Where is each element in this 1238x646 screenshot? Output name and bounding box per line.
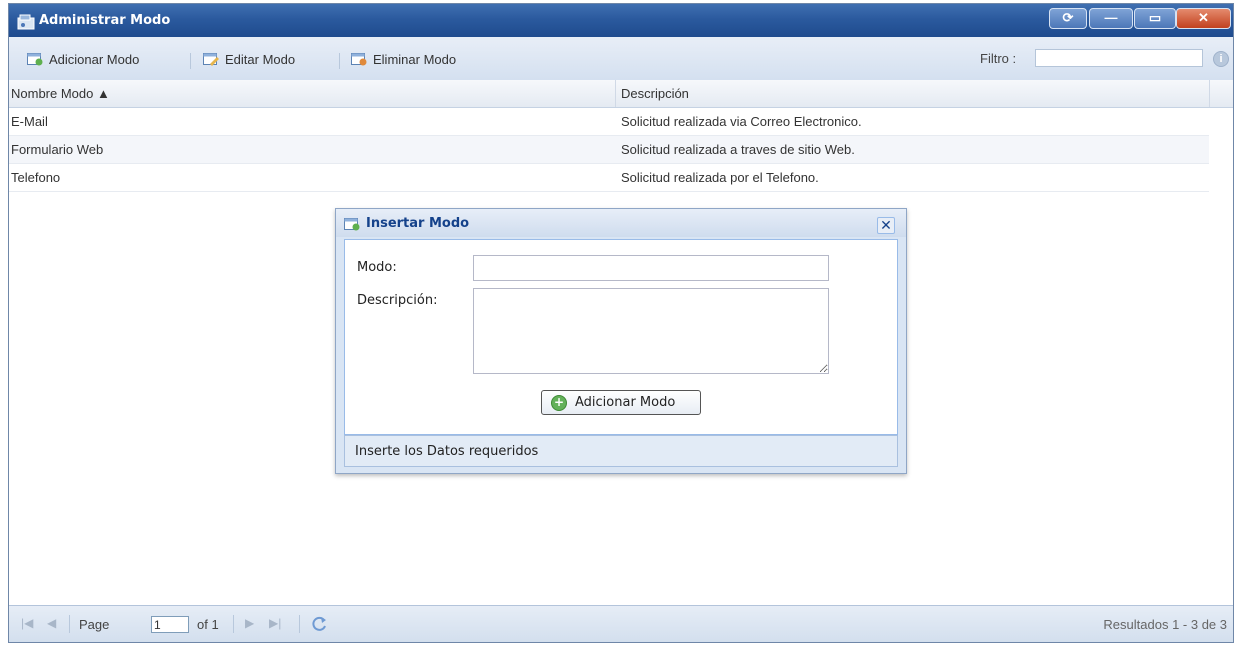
- toolbar-separator: [190, 53, 191, 69]
- descripcion-label: Descripción:: [357, 293, 438, 308]
- filter-label: Filtro :: [980, 51, 1017, 66]
- descripcion-textarea[interactable]: [473, 288, 829, 374]
- window-titlebar[interactable]: Administrar Modo ⟳ — ▭ ✕: [9, 4, 1233, 37]
- table-row[interactable]: Formulario Web Solicitud realizada a tra…: [9, 136, 1209, 164]
- toolbar-separator: [339, 53, 340, 69]
- page-number-input[interactable]: [151, 616, 189, 633]
- dialog-header[interactable]: Insertar Modo ✕: [336, 209, 906, 237]
- delete-record-icon: [351, 53, 367, 66]
- restore-button[interactable]: ⟳: [1049, 8, 1087, 29]
- filter-input[interactable]: [1035, 49, 1203, 67]
- page-label: Page: [79, 617, 110, 632]
- close-button[interactable]: ✕: [1176, 8, 1231, 29]
- minimize-button[interactable]: —: [1089, 8, 1133, 29]
- adicionar-modo-label: Adicionar Modo: [575, 395, 676, 410]
- cell-descripcion: Solicitud realizada a traves de sitio We…: [621, 142, 855, 157]
- column-divider[interactable]: [615, 80, 616, 107]
- grid-header: Nombre Modo ▲ Descripción: [9, 80, 1233, 108]
- delete-mode-label: Eliminar Modo: [373, 52, 457, 67]
- window-app-icon: [17, 14, 35, 30]
- add-record-icon: [344, 218, 360, 231]
- first-page-icon[interactable]: |◀: [21, 616, 33, 630]
- previous-page-icon[interactable]: ◀: [47, 616, 56, 630]
- dialog-title: Insertar Modo: [366, 216, 470, 231]
- dialog-status-text: Inserte los Datos requeridos: [355, 444, 539, 459]
- edit-mode-label: Editar Modo: [225, 52, 296, 67]
- dialog-form: Modo: Descripción: + Adicionar Modo: [344, 239, 898, 435]
- page-count: of 1: [197, 617, 219, 632]
- cell-nombre-modo: Telefono: [11, 170, 61, 185]
- minimize-icon: —: [1104, 10, 1118, 25]
- cell-descripcion: Solicitud realizada via Correo Electroni…: [621, 114, 862, 129]
- window-title: Administrar Modo: [39, 13, 171, 28]
- dialog-status-bar: Inserte los Datos requeridos: [344, 435, 898, 467]
- column-divider[interactable]: [1209, 80, 1210, 107]
- toolbar: Adicionar Modo Editar Modo Eliminar Modo…: [9, 37, 1233, 81]
- edit-record-icon: [203, 53, 219, 66]
- column-header-nombre-modo[interactable]: Nombre Modo ▲: [11, 86, 110, 101]
- cell-nombre-modo: Formulario Web: [11, 142, 104, 157]
- add-mode-label: Adicionar Modo: [49, 52, 140, 67]
- table-row[interactable]: Telefono Solicitud realizada por el Tele…: [9, 164, 1209, 192]
- maximize-button[interactable]: ▭: [1134, 8, 1176, 29]
- maximize-icon: ▭: [1148, 10, 1162, 25]
- cell-nombre-modo: E-Mail: [11, 114, 48, 129]
- cell-descripcion: Solicitud realizada por el Telefono.: [621, 170, 819, 185]
- info-icon[interactable]: i: [1213, 51, 1229, 67]
- plus-icon: +: [551, 395, 567, 411]
- paging-toolbar: |◀ ◀ Page of 1 ▶ ▶| Resultados 1 - 3 de …: [9, 605, 1233, 642]
- next-page-icon[interactable]: ▶: [245, 616, 254, 630]
- pager-separator: [299, 615, 300, 633]
- restore-icon: ⟳: [1062, 10, 1074, 25]
- dialog-close-button[interactable]: ✕: [877, 217, 895, 234]
- add-record-icon: [27, 53, 43, 66]
- table-row[interactable]: E-Mail Solicitud realizada via Correo El…: [9, 108, 1209, 136]
- modo-input[interactable]: [473, 255, 829, 281]
- insert-mode-dialog: Insertar Modo ✕ Modo: Descripción: + Adi…: [335, 208, 907, 474]
- close-icon: ✕: [1198, 10, 1209, 25]
- adicionar-modo-button[interactable]: + Adicionar Modo: [541, 390, 701, 415]
- modo-label: Modo:: [357, 260, 397, 275]
- column-header-descripcion[interactable]: Descripción: [621, 86, 689, 101]
- refresh-icon[interactable]: [309, 615, 329, 633]
- pager-separator: [233, 615, 234, 633]
- pager-separator: [69, 615, 70, 633]
- last-page-icon[interactable]: ▶|: [269, 616, 281, 630]
- results-count: Resultados 1 - 3 de 3: [1103, 617, 1227, 632]
